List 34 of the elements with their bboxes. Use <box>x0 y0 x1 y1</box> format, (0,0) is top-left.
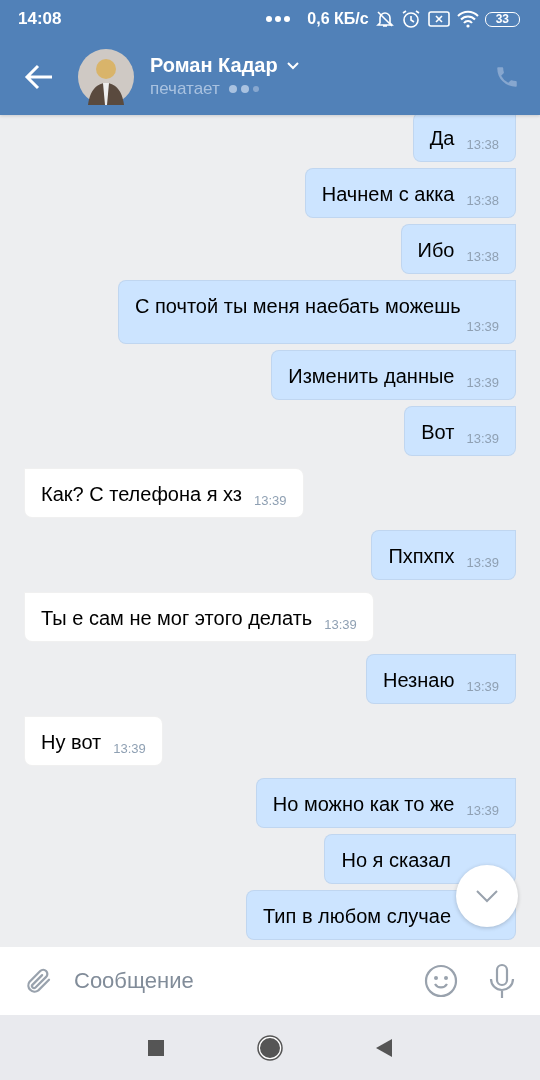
microphone-icon[interactable] <box>488 963 516 999</box>
emoji-icon[interactable] <box>424 964 458 998</box>
typing-status: печатает <box>150 79 220 99</box>
muted-bell-icon <box>374 9 395 29</box>
back-icon[interactable] <box>375 1037 393 1058</box>
sim-icon <box>426 10 451 28</box>
message-input[interactable]: Сообщение <box>66 960 412 1002</box>
message-bubble: Ибо 13:38 <box>400 224 516 274</box>
message-bubble: Как? С телефона я хз 13:39 <box>24 468 304 518</box>
message-bubble: С почтой ты меня наебать можешь 13:39 <box>118 280 516 344</box>
message-bubble: Ну вот 13:39 <box>24 716 163 766</box>
more-dots-icon <box>265 15 292 23</box>
message-bubble: Да 13:38 <box>412 115 516 162</box>
status-time: 14:08 <box>18 9 62 29</box>
message-bubble: Начнем с акка 13:38 <box>304 168 516 218</box>
message-bubble: Изменить данные 13:39 <box>271 350 516 400</box>
alarm-icon <box>400 9 421 29</box>
back-arrow-icon[interactable] <box>24 63 54 90</box>
message-bubble: Но можно как то же 13:39 <box>255 778 516 828</box>
message-bubble: Незнаю 13:39 <box>366 654 516 704</box>
wifi-icon <box>456 10 479 28</box>
chevron-down-icon <box>475 889 499 903</box>
battery-level: 33 <box>484 11 520 27</box>
avatar[interactable] <box>78 48 134 105</box>
contact-name[interactable]: Роман Кадар <box>150 54 278 77</box>
message-bubble: Пхпхпх 13:39 <box>371 530 516 580</box>
recents-icon[interactable] <box>147 1038 165 1057</box>
chevron-down-icon[interactable] <box>285 60 300 71</box>
network-speed: 0,6 КБ/с <box>307 10 369 28</box>
message-bar[interactable]: Сообщение <box>0 947 540 1015</box>
message-bubble: Вот 13:39 <box>404 406 516 456</box>
home-icon[interactable] <box>257 1034 283 1061</box>
message-bubble: Ты е сам не мог этого делать 13:39 <box>24 592 374 642</box>
typing-dots-icon <box>227 84 262 94</box>
